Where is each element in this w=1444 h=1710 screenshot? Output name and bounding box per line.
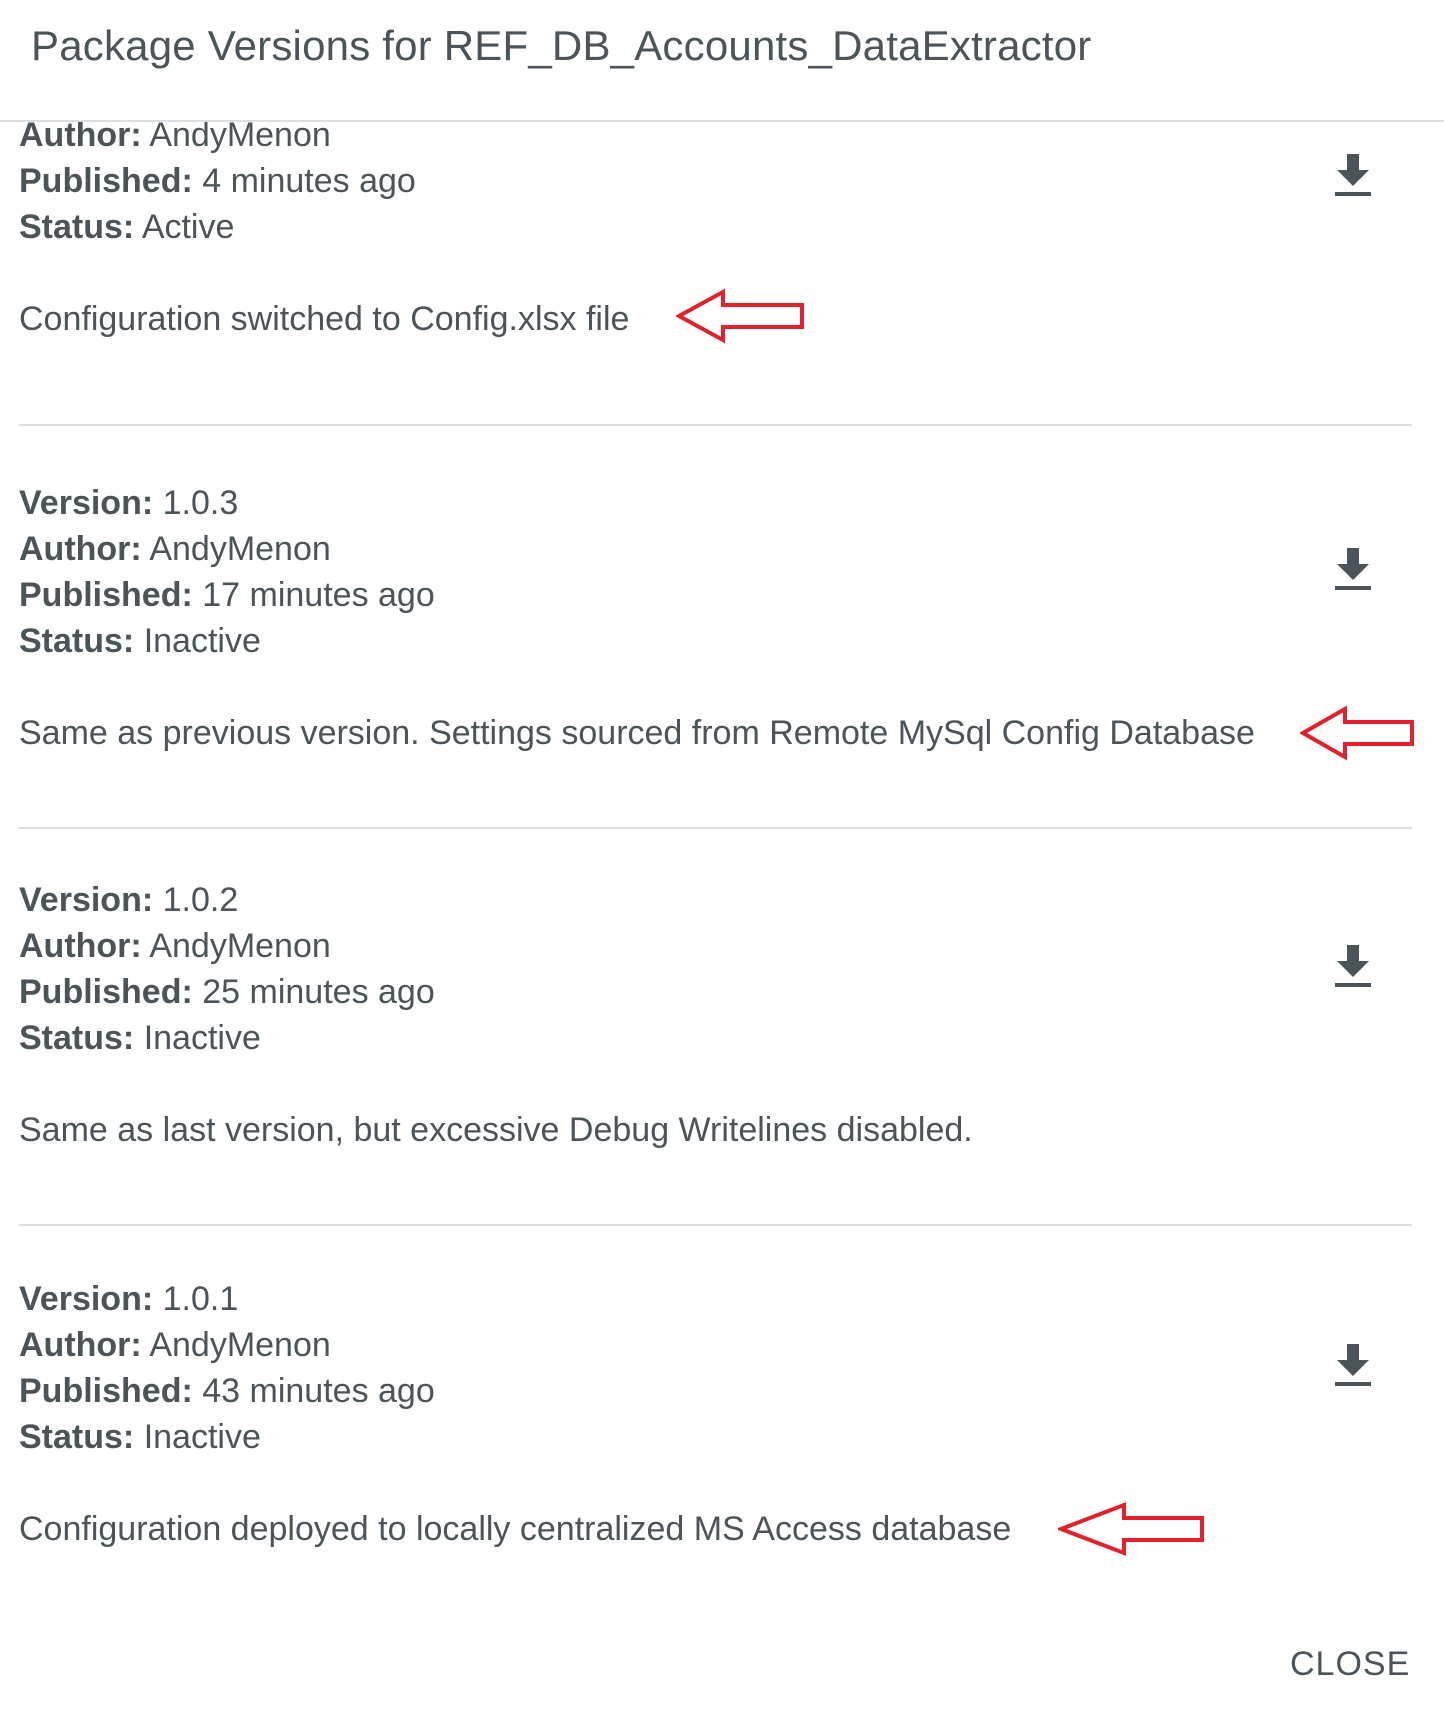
published-key: Published: xyxy=(19,576,193,614)
entry-divider xyxy=(19,1224,1412,1226)
status-key: Status: xyxy=(19,1019,135,1057)
published-key: Published: xyxy=(19,1372,193,1410)
author-key: Author: xyxy=(19,1326,142,1364)
download-icon[interactable] xyxy=(1332,152,1374,198)
version-description: Configuration deployed to locally centra… xyxy=(19,1510,1012,1548)
red-arrow-annotation xyxy=(676,288,804,344)
author-value: AndyMenon xyxy=(149,122,331,154)
author-key: Author: xyxy=(19,530,142,568)
status-line: Status: Inactive xyxy=(19,1016,261,1060)
version-description: Configuration switched to Config.xlsx fi… xyxy=(19,300,630,338)
status-key: Status: xyxy=(19,1418,135,1456)
status-value: Inactive xyxy=(143,1019,261,1057)
published-line: Published: 4 minutes ago xyxy=(19,159,416,203)
status-key: Status: xyxy=(19,208,135,246)
status-value: Inactive xyxy=(143,1418,261,1456)
entry-divider xyxy=(19,827,1412,829)
author-key: Author: xyxy=(19,927,142,965)
version-line: Version: 1.0.2 xyxy=(19,878,238,922)
published-line: Published: 25 minutes ago xyxy=(19,970,435,1014)
version-line: Version: 1.0.1 xyxy=(19,1277,238,1321)
version-key: Version: xyxy=(19,1280,154,1318)
red-arrow-annotation xyxy=(1058,1502,1204,1556)
published-key: Published: xyxy=(19,973,193,1011)
author-line: Author: AndyMenon xyxy=(19,924,331,968)
red-arrow-annotation xyxy=(1300,705,1414,761)
version-description: Same as previous version. Settings sourc… xyxy=(19,714,1255,752)
published-value: 43 minutes ago xyxy=(202,1372,435,1410)
close-button[interactable]: CLOSE xyxy=(1290,1642,1410,1686)
published-value: 25 minutes ago xyxy=(202,973,435,1011)
version-description: Same as last version, but excessive Debu… xyxy=(19,1111,973,1149)
download-icon[interactable] xyxy=(1332,546,1374,592)
status-line: Status: Active xyxy=(19,205,234,249)
download-icon[interactable] xyxy=(1332,943,1374,989)
package-versions-dialog: Package Versions for REF_DB_Accounts_Dat… xyxy=(0,0,1444,1710)
version-key: Version: xyxy=(19,484,154,522)
version-key: Version: xyxy=(19,881,154,919)
download-icon[interactable] xyxy=(1332,1342,1374,1388)
author-line: Author: AndyMenon xyxy=(19,1323,331,1367)
versions-list[interactable]: Author: AndyMenon Published: 4 minutes a… xyxy=(0,122,1444,1622)
status-value: Active xyxy=(141,208,235,246)
dialog-title: Package Versions for REF_DB_Accounts_Dat… xyxy=(31,22,1092,69)
version-value: 1.0.1 xyxy=(162,1280,239,1318)
published-value: 4 minutes ago xyxy=(202,162,416,200)
published-key: Published: xyxy=(19,162,193,200)
author-line: Author: AndyMenon xyxy=(19,527,331,571)
version-value: 1.0.2 xyxy=(162,881,239,919)
author-value: AndyMenon xyxy=(149,530,331,568)
published-line: Published: 43 minutes ago xyxy=(19,1369,435,1413)
author-key: Author: xyxy=(19,122,142,154)
author-value: AndyMenon xyxy=(149,927,331,965)
version-line: Version: 1.0.3 xyxy=(19,481,238,525)
status-value: Inactive xyxy=(143,622,261,660)
published-line: Published: 17 minutes ago xyxy=(19,573,435,617)
entry-divider xyxy=(19,424,1412,426)
status-line: Status: Inactive xyxy=(19,619,261,663)
author-value: AndyMenon xyxy=(149,1326,331,1364)
status-key: Status: xyxy=(19,622,135,660)
published-value: 17 minutes ago xyxy=(202,576,435,614)
author-line: Author: AndyMenon xyxy=(19,122,331,157)
status-line: Status: Inactive xyxy=(19,1415,261,1459)
version-value: 1.0.3 xyxy=(162,484,239,522)
